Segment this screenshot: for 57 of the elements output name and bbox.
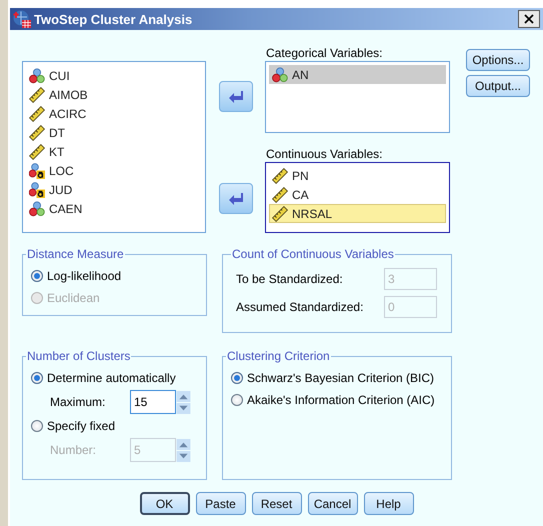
move-button[interactable] (218, 81, 252, 112)
ruler-icon (272, 206, 288, 222)
list-label: Categorical Variables: (265, 45, 384, 61)
radio-option[interactable]: Akaike's Information Criterion (AIC) (231, 389, 443, 411)
radio-option[interactable]: Determine automatically (31, 367, 198, 389)
group-title: Clustering Criterion (226, 349, 331, 363)
dialog-button[interactable]: Reset (252, 492, 302, 515)
dialog-button[interactable]: Help (364, 492, 414, 515)
variable-item[interactable]: KT (26, 142, 202, 161)
field-label: Maximum: (50, 395, 106, 409)
group-title: Number of Clusters (26, 349, 132, 363)
radio-option[interactable]: Specify fixed (31, 415, 198, 437)
continuous-variable-list[interactable]: PN CA NRSAL (265, 162, 450, 233)
close-icon (524, 14, 534, 24)
dialog-button[interactable]: Output... (466, 75, 530, 97)
radio-button[interactable] (31, 372, 43, 384)
group-title: Count of Continuous Variables (231, 247, 395, 261)
radio-button[interactable] (31, 270, 43, 282)
nominal-string-icon (29, 162, 45, 178)
dialog-button[interactable]: Options... (466, 49, 530, 71)
nominal-icon (29, 200, 45, 216)
variable-item[interactable]: CUI (26, 66, 202, 85)
radio-button[interactable] (231, 394, 243, 406)
dialog-button[interactable]: OK (140, 492, 190, 515)
field-label: Assumed Standardized: (236, 300, 364, 314)
app-icon (13, 10, 31, 28)
number-field[interactable]: 15 (130, 390, 176, 414)
variable-item[interactable]: DT (26, 123, 202, 142)
nominal-string-icon (29, 182, 45, 198)
nominal-icon (29, 68, 45, 84)
radio-option[interactable]: Log-likelihood (31, 265, 198, 287)
left-arrow-icon (228, 90, 244, 102)
variable-item[interactable]: AN (269, 65, 446, 84)
field-label: To be Standardized: (236, 272, 343, 286)
dialog-button[interactable]: Paste (196, 492, 246, 515)
source-variable-list[interactable]: CUI AIMOB ACIRC DT KT LOC JUD CAEN (22, 61, 206, 233)
variable-item[interactable]: NRSAL (269, 204, 446, 223)
dialog-button[interactable]: Cancel (308, 492, 358, 515)
list-label: Continuous Variables: (265, 146, 384, 162)
radio-button[interactable] (31, 420, 43, 432)
window-title: TwoStep Cluster Analysis (34, 12, 194, 26)
variable-item[interactable]: AIMOB (26, 85, 202, 104)
variable-item[interactable]: LOC (26, 161, 202, 180)
variable-item[interactable]: PN (269, 166, 446, 185)
group-title: Distance Measure (26, 247, 125, 261)
variable-item[interactable]: CA (269, 185, 446, 204)
variable-item[interactable]: ACIRC (26, 104, 202, 123)
radio-button[interactable] (231, 372, 243, 384)
nominal-icon (272, 66, 288, 82)
field-label: Number: (50, 443, 98, 457)
variable-item[interactable]: CAEN (26, 199, 202, 218)
categorical-variable-list[interactable]: AN (265, 61, 450, 133)
close-button[interactable] (518, 10, 540, 28)
left-arrow-icon (228, 192, 244, 204)
variable-item[interactable]: JUD (26, 180, 202, 199)
radio-option[interactable]: Schwarz's Bayesian Criterion (BIC) (231, 367, 443, 389)
move-button[interactable] (218, 183, 252, 214)
